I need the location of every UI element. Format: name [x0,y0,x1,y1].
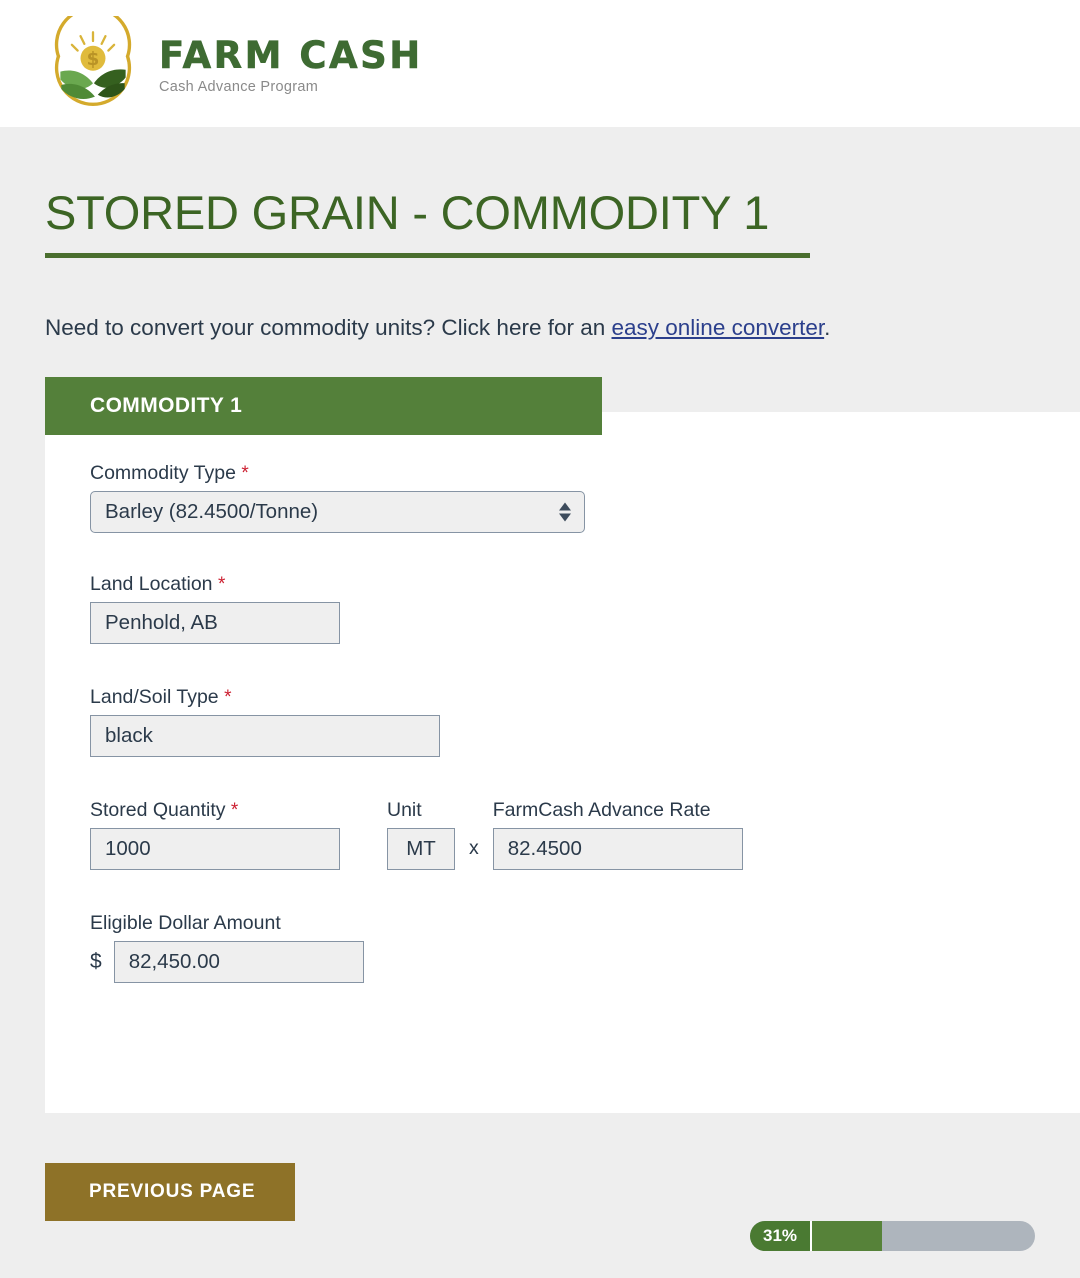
eligible-dollar-amount-label: Eligible Dollar Amount [90,912,281,934]
eligible-dollar-amount-input[interactable]: 82,450.00 [113,941,364,983]
quantity-unit-rate-row: Stored Quantity * 1000 Unit MT x FarmCas… [90,799,743,870]
page-title-block: STORED GRAIN - COMMODITY 1 [45,186,810,259]
land-location-label-text: Land Location [90,573,213,595]
required-asterisk: * [217,574,226,595]
commodity-type-label-text: Commodity Type [90,462,236,484]
field-unit: Unit MT [387,799,455,870]
stored-quantity-input[interactable]: 1000 [90,828,340,870]
commodity-type-label: Commodity Type * [90,462,743,485]
advance-rate-value: 82.4500 [507,837,582,860]
field-eligible-dollar-amount: Eligible Dollar Amount $ 82,450.00 [90,912,743,983]
chevron-up-icon [559,502,571,511]
page-title: STORED GRAIN - COMMODITY 1 [45,186,770,239]
converter-text-suffix: . [824,315,831,340]
section-header-label: COMMODITY 1 [90,394,243,417]
svg-text:$: $ [87,48,100,69]
progress-bar-fill [812,1221,882,1251]
stored-quantity-label-text: Stored Quantity [90,799,226,821]
field-stored-quantity: Stored Quantity * 1000 [90,799,340,870]
title-underline-rule [45,253,810,259]
eligible-dollar-amount-row: $ 82,450.00 [90,941,743,983]
land-soil-type-label: Land/Soil Type * [90,686,743,709]
required-asterisk: * [230,800,239,821]
advance-rate-input[interactable]: 82.4500 [492,828,743,870]
land-location-input[interactable]: Penhold, AB [90,602,340,644]
unit-input[interactable]: MT [387,828,455,870]
currency-symbol: $ [90,950,102,973]
section-header-commodity-1: COMMODITY 1 [45,377,602,435]
brand-text: FARM CASH Cash Advance Program [159,33,423,95]
unit-label: Unit [387,799,422,821]
land-location-label: Land Location * [90,573,743,596]
field-advance-rate: FarmCash Advance Rate 82.4500 [492,799,743,870]
commodity-fields: Commodity Type * Barley (82.4500/Tonne) … [90,462,743,983]
stored-quantity-label: Stored Quantity * [90,799,340,822]
land-soil-type-value: black [105,724,153,747]
brand-wordmark: FARM CASH [159,33,423,77]
required-asterisk: * [241,463,249,484]
land-location-value: Penhold, AB [105,611,218,634]
converter-text-prefix: Need to convert your commodity units? Cl… [45,315,612,340]
commodity-type-value: Barley (82.4500/Tonne) [105,500,319,523]
required-asterisk: * [224,687,232,708]
land-soil-type-input[interactable]: black [90,715,440,757]
field-commodity-type: Commodity Type * Barley (82.4500/Tonne) [90,462,743,533]
brand-header: $ FARM CASH Cash Advance Program [0,0,1080,127]
land-soil-type-label-text: Land/Soil Type [90,686,219,708]
progress-bar: 31% [750,1221,1035,1251]
field-land-soil-type: Land/Soil Type * black [90,686,743,757]
select-stepper-arrows-icon [559,502,571,522]
stored-quantity-value: 1000 [105,837,151,860]
multiply-symbol: x [469,837,479,859]
farm-sun-field-logo-icon: $ [45,5,141,112]
advance-rate-label: FarmCash Advance Rate [492,799,711,821]
eligible-dollar-amount-value: 82,450.00 [128,950,220,973]
converter-helper-text: Need to convert your commodity units? Cl… [45,315,830,341]
field-land-location: Land Location * Penhold, AB [90,573,743,644]
brand-tagline: Cash Advance Program [159,78,319,95]
easy-online-converter-link[interactable]: easy online converter [612,315,825,340]
progress-percent-label: 31% [750,1221,812,1251]
commodity-type-select[interactable]: Barley (82.4500/Tonne) [90,491,585,533]
chevron-down-icon [559,513,571,522]
previous-page-button[interactable]: PREVIOUS PAGE [45,1163,295,1221]
unit-value: MT [406,837,436,860]
